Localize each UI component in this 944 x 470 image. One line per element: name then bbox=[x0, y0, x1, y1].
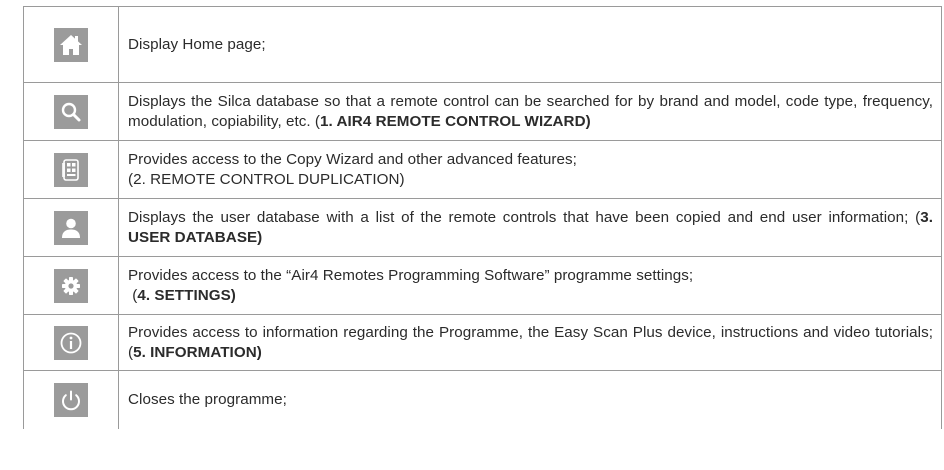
section-reference: 5. INFORMATION) bbox=[133, 343, 262, 361]
description-cell: Provides access to the Copy Wizard and o… bbox=[118, 140, 942, 199]
table-row: Closes the programme; bbox=[23, 370, 942, 429]
icon-cell bbox=[23, 256, 119, 315]
icon-cell bbox=[23, 314, 119, 371]
icon-cell bbox=[23, 82, 119, 141]
icon-cell bbox=[23, 370, 119, 429]
description-text: Display Home page; bbox=[128, 35, 266, 53]
table-row: Provides access to information regarding… bbox=[23, 314, 942, 371]
description-text: Displays the user database with a list o… bbox=[128, 208, 921, 226]
gear-icon bbox=[54, 268, 88, 303]
description-cell: Displays the user database with a list o… bbox=[118, 198, 942, 257]
info-icon bbox=[54, 325, 88, 360]
section-reference: (2. REMOTE CONTROL DUPLICATION) bbox=[128, 170, 405, 188]
description-cell: Provides access to the “Air4 Remotes Pro… bbox=[118, 256, 942, 315]
description-cell: Closes the programme; bbox=[118, 370, 942, 429]
table-row: Displays the Silca database so that a re… bbox=[23, 82, 942, 141]
icon-cell bbox=[23, 198, 119, 257]
description-text: Closes the programme; bbox=[128, 390, 287, 408]
power-icon bbox=[54, 382, 88, 417]
table-row: Provides access to the Copy Wizard and o… bbox=[23, 140, 942, 199]
description-cell: Displays the Silca database so that a re… bbox=[118, 82, 942, 141]
user-icon bbox=[54, 210, 88, 245]
description-cell: Provides access to information regarding… bbox=[118, 314, 942, 371]
search-icon bbox=[54, 94, 88, 129]
icon-legend-table: Display Home page; Displays the Silca da… bbox=[23, 6, 942, 429]
description-cell: Display Home page; bbox=[118, 6, 942, 83]
remote-control-icon bbox=[54, 152, 88, 187]
section-reference: 4. SETTINGS) bbox=[137, 286, 236, 304]
section-reference: 1. AIR4 REMOTE CONTROL WIZARD) bbox=[320, 112, 591, 130]
home-icon bbox=[54, 27, 88, 62]
description-text: Provides access to the “Air4 Remotes Pro… bbox=[128, 266, 694, 284]
icon-cell bbox=[23, 140, 119, 199]
table-row: Display Home page; bbox=[23, 6, 942, 83]
table-row: Provides access to the “Air4 Remotes Pro… bbox=[23, 256, 942, 315]
table-row: Displays the user database with a list o… bbox=[23, 198, 942, 257]
description-text: Provides access to the Copy Wizard and o… bbox=[128, 150, 577, 168]
description-text: ( bbox=[128, 286, 138, 304]
icon-cell bbox=[23, 6, 119, 83]
